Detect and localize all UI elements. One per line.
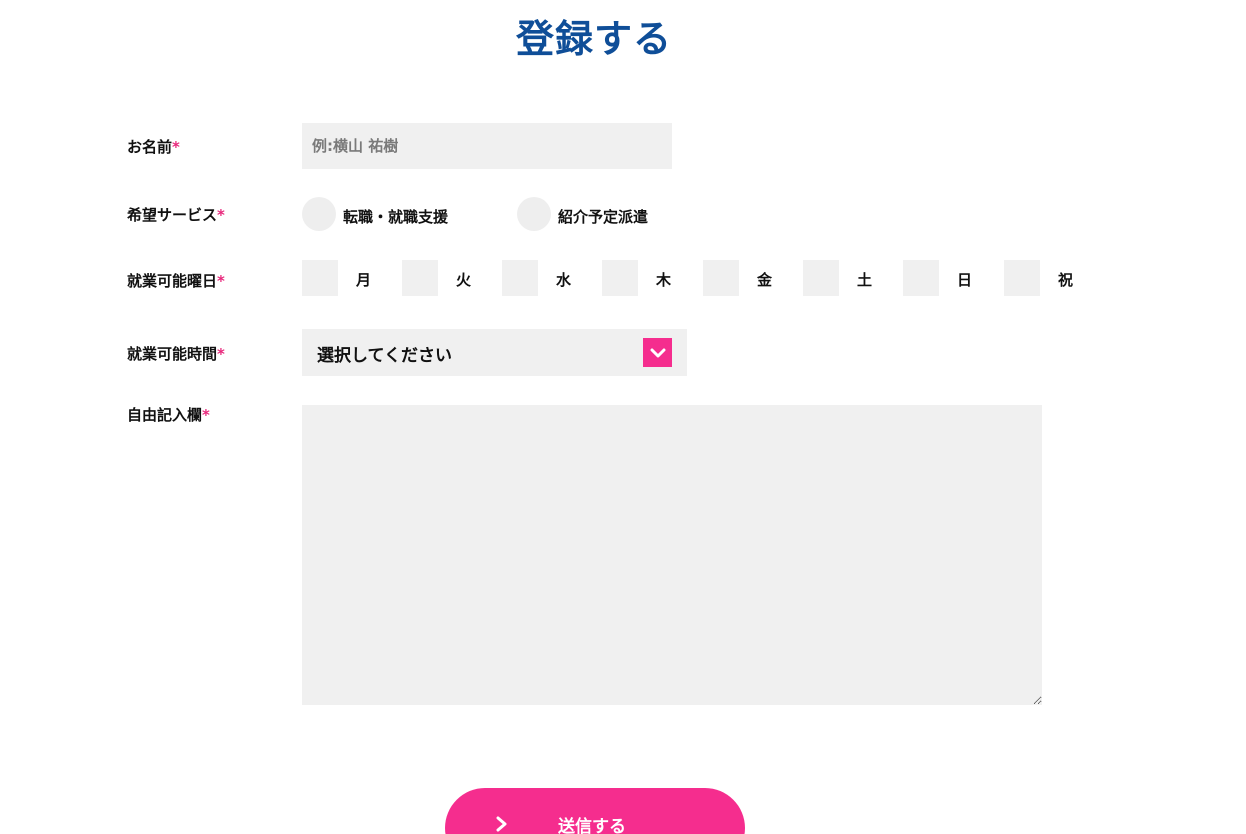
day-checkbox[interactable] xyxy=(703,260,739,296)
free-text-textarea[interactable] xyxy=(302,405,1042,705)
free-text-label-text: 自由記入欄 xyxy=(127,406,203,424)
day-option-wed[interactable]: 水 xyxy=(502,260,597,296)
days-label-text: 就業可能曜日 xyxy=(127,272,218,290)
day-option-sun[interactable]: 日 xyxy=(903,260,998,296)
required-mark: * xyxy=(172,138,180,156)
time-select[interactable]: 選択してください xyxy=(302,329,687,376)
day-checkbox[interactable] xyxy=(803,260,839,296)
required-mark: * xyxy=(217,345,225,363)
day-label: 火 xyxy=(456,271,472,289)
day-option-holiday[interactable]: 祝 xyxy=(1004,260,1099,296)
name-label: お名前* xyxy=(127,136,180,157)
page-title: 登録する xyxy=(515,17,672,61)
submit-label: 送信する xyxy=(558,817,626,834)
service-label-text: 希望サービス xyxy=(127,206,218,224)
required-mark: * xyxy=(202,406,210,424)
time-select-value: 選択してください xyxy=(317,346,452,366)
day-label: 土 xyxy=(857,271,873,289)
service-option-label: 転職・就職支援 xyxy=(343,207,449,226)
day-option-fri[interactable]: 金 xyxy=(703,260,798,296)
service-option-label: 紹介予定派遣 xyxy=(558,207,649,226)
day-checkbox[interactable] xyxy=(502,260,538,296)
name-input[interactable] xyxy=(302,123,672,169)
days-label: 就業可能曜日* xyxy=(127,270,225,291)
day-checkbox[interactable] xyxy=(903,260,939,296)
registration-form-page: 登録する お名前* 希望サービス* 転職・就職支援 紹介予定派遣 就業可能曜日*… xyxy=(0,0,1246,834)
day-option-thu[interactable]: 木 xyxy=(602,260,697,296)
day-label: 月 xyxy=(356,271,372,289)
submit-button[interactable]: 送信する xyxy=(445,788,745,834)
service-option-temp-to-hire[interactable]: 紹介予定派遣 xyxy=(517,197,648,231)
day-label: 祝 xyxy=(1058,271,1074,289)
day-label: 金 xyxy=(757,271,773,289)
day-option-tue[interactable]: 火 xyxy=(402,260,497,296)
chevron-right-icon xyxy=(496,816,507,832)
radio-button[interactable] xyxy=(517,197,551,231)
free-text-label: 自由記入欄* xyxy=(127,404,210,425)
name-label-text: お名前 xyxy=(127,138,173,156)
chevron-down-icon[interactable] xyxy=(643,338,672,367)
day-option-mon[interactable]: 月 xyxy=(302,260,397,296)
radio-button[interactable] xyxy=(302,197,336,231)
day-label: 木 xyxy=(656,271,672,289)
time-label-text: 就業可能時間 xyxy=(127,345,218,363)
day-checkbox[interactable] xyxy=(1004,260,1040,296)
required-mark: * xyxy=(217,206,225,224)
required-mark: * xyxy=(217,272,225,290)
day-checkbox[interactable] xyxy=(402,260,438,296)
day-checkbox[interactable] xyxy=(302,260,338,296)
day-label: 日 xyxy=(957,271,973,289)
day-checkbox[interactable] xyxy=(602,260,638,296)
day-option-sat[interactable]: 土 xyxy=(803,260,898,296)
service-label: 希望サービス* xyxy=(127,204,225,225)
service-option-career-support[interactable]: 転職・就職支援 xyxy=(302,197,448,231)
time-label: 就業可能時間* xyxy=(127,343,225,364)
day-label: 水 xyxy=(556,271,572,289)
